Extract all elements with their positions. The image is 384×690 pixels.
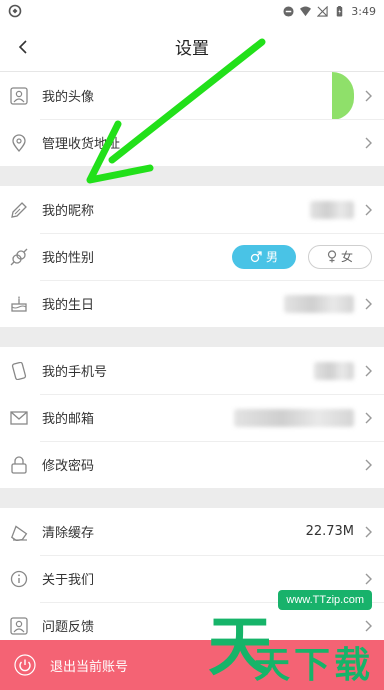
chevron-right-icon (364, 458, 374, 472)
row-birthday[interactable]: 我的生日 (0, 280, 384, 327)
user-card-icon (8, 615, 30, 637)
male-symbol-icon (250, 250, 262, 262)
gender-female-label: 女 (340, 250, 353, 264)
gender-male-button[interactable]: 男 (232, 244, 296, 269)
wifi-icon (300, 5, 312, 16)
phone-value-blurred (314, 361, 354, 380)
phone-icon (8, 360, 30, 382)
app-notification-icon (8, 4, 22, 18)
row-address[interactable]: 管理收货地址 (0, 119, 384, 166)
clock: 3:49 (351, 4, 376, 18)
row-email[interactable]: 我的邮箱 (0, 394, 384, 441)
page-title: 设置 (175, 39, 209, 59)
account-section: 我的手机号 我的邮箱 修改密码 (0, 347, 384, 488)
pen-icon (8, 199, 30, 221)
row-avatar[interactable]: 我的头像 (0, 71, 384, 120)
avatar[interactable] (332, 71, 354, 120)
eraser-icon (8, 521, 30, 543)
row-label: 我的邮箱 (42, 412, 95, 427)
female-symbol-icon (327, 250, 337, 263)
do-not-disturb-icon (283, 5, 294, 17)
row-phone[interactable]: 我的手机号 (0, 347, 384, 394)
row-label: 清除缓存 (42, 526, 95, 541)
gender-icon (8, 246, 30, 268)
row-label: 我的头像 (42, 90, 95, 105)
gender-female-button[interactable]: 女 (308, 244, 372, 269)
row-label: 管理收货地址 (42, 137, 121, 152)
profile-section: 我的头像 管理收货地址 (0, 71, 384, 166)
battery-icon (337, 5, 343, 17)
nickname-value-blurred (310, 200, 354, 219)
gender-male-label: 男 (265, 250, 278, 264)
status-bar: 3:49 (0, 0, 384, 22)
row-label: 我的手机号 (42, 365, 108, 380)
no-signal-icon (317, 5, 328, 17)
row-label: 问题反馈 (42, 620, 95, 635)
location-pin-icon (8, 132, 30, 154)
email-value-blurred (234, 408, 354, 427)
logout-label: 退出当前账号 (50, 659, 129, 675)
back-arrow-icon (18, 40, 27, 54)
chevron-right-icon (364, 89, 374, 103)
row-label: 关于我们 (42, 573, 95, 588)
row-label: 修改密码 (42, 459, 95, 474)
row-gender: 我的性别 男 女 (0, 233, 384, 280)
chevron-right-icon (364, 136, 374, 150)
cake-icon (8, 293, 30, 315)
logout-button[interactable]: 退出当前账号 (0, 640, 384, 690)
chevron-right-icon (364, 411, 374, 425)
lock-icon (8, 454, 30, 476)
cache-size: 22.73M (305, 524, 354, 539)
row-clear-cache[interactable]: 清除缓存 22.73M (0, 508, 384, 555)
top-nav-bar: 设置 (0, 22, 384, 72)
chevron-right-icon (364, 297, 374, 311)
row-nickname[interactable]: 我的昵称 (0, 186, 384, 233)
chevron-right-icon (364, 572, 374, 586)
row-label: 我的性别 (42, 251, 95, 266)
user-card-icon (8, 85, 30, 107)
info-icon (8, 568, 30, 590)
chevron-right-icon (364, 619, 374, 633)
row-about-us[interactable]: 关于我们 (0, 555, 384, 602)
gender-selector: 男 女 (232, 244, 372, 269)
row-label: 我的生日 (42, 298, 95, 313)
power-icon (14, 654, 36, 676)
chevron-right-icon (364, 203, 374, 217)
personal-info-section: 我的昵称 我的性别 男 女 我的生日 (0, 186, 384, 327)
mail-icon (8, 407, 30, 429)
chevron-right-icon (364, 364, 374, 378)
chevron-right-icon (364, 525, 374, 539)
row-label: 我的昵称 (42, 204, 95, 219)
back-button[interactable] (8, 31, 40, 63)
misc-section: 清除缓存 22.73M 关于我们 问题反馈 (0, 508, 384, 649)
birthday-value-blurred (284, 294, 354, 313)
row-change-password[interactable]: 修改密码 (0, 441, 384, 488)
